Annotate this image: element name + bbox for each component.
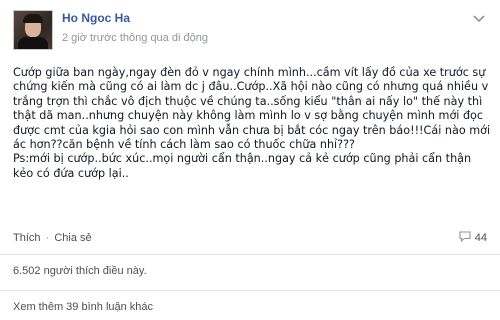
avatar-shirt <box>18 37 48 49</box>
divider <box>0 254 500 255</box>
separator-dot: · <box>45 232 50 244</box>
share-button[interactable]: Chia sẻ <box>54 232 91 244</box>
author-name[interactable]: Ho Ngoc Ha <box>62 11 130 25</box>
avatar-hair <box>23 14 43 23</box>
post-line: được cmt của kgia hỏi sao con mình vẫn c… <box>13 123 491 137</box>
post-body: Cướp giữa ban ngày,ngay đèn đỏ v ngay ch… <box>13 66 491 181</box>
avatar[interactable] <box>13 10 53 50</box>
post-line: ác hơn??căn bệnh về tính cách làm sao có… <box>13 138 355 152</box>
post-header: Ho Ngoc Ha 2 giờ trước thông qua di động <box>0 0 500 56</box>
post-line: thật dã man..nhưng chuyện này không làm … <box>13 109 484 123</box>
comment-count[interactable]: 44 <box>459 231 487 245</box>
likes-summary[interactable]: 6.502 người thích điều này. <box>13 265 147 277</box>
divider <box>0 290 500 291</box>
comment-count-value: 44 <box>474 232 487 244</box>
post-line: trắng trợn thì chắc vô địch thuộc về chú… <box>13 94 483 108</box>
post-line: chứng kiến mà cũng có ai làm dc j đâu..C… <box>13 80 489 94</box>
chevron-down-icon[interactable] <box>471 12 487 26</box>
post-meta: 2 giờ trước thông qua di động <box>62 32 208 44</box>
view-more-comments-link[interactable]: Xem thêm 39 bình luận khác <box>13 301 153 313</box>
like-button[interactable]: Thích <box>13 232 41 244</box>
post-line: Ps:mới bị cướp..bức xúc..mọi người cẩn t… <box>13 152 472 166</box>
post-line: Cướp giữa ban ngày,ngay đèn đỏ v ngay ch… <box>13 66 486 79</box>
post-actions: Thích · Chia sẻ 44 <box>13 231 487 248</box>
comment-bubble-icon <box>459 231 471 245</box>
post-line: kẻo có đứa cướp lại.. <box>13 166 129 180</box>
